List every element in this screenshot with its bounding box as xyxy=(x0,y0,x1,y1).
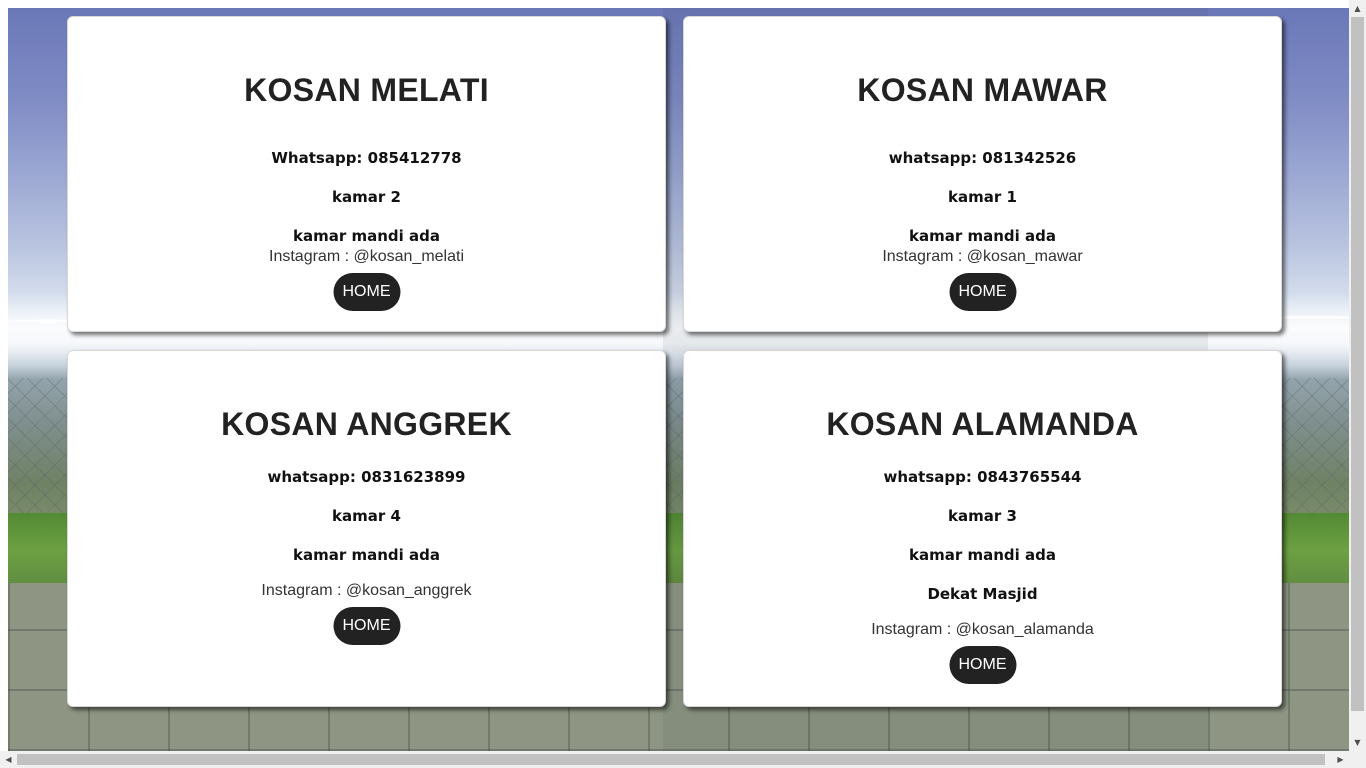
whatsapp-text: whatsapp: 0831623899 xyxy=(267,468,466,486)
kamar-text: kamar 3 xyxy=(948,507,1017,525)
instagram-text: Instagram : @kosan_alamanda xyxy=(871,621,1094,638)
vertical-scroll-thumb[interactable] xyxy=(1351,17,1364,711)
home-button[interactable]: HOME xyxy=(333,273,400,311)
triangle-down-icon[interactable]: ▼ xyxy=(1349,734,1366,751)
instagram-text: Instagram : @kosan_melati xyxy=(269,248,464,265)
whatsapp-text: whatsapp: 081342526 xyxy=(888,149,1077,167)
vertical-scrollbar[interactable]: ▲ ▼ xyxy=(1349,0,1366,751)
whatsapp-text: Whatsapp: 085412778 xyxy=(271,149,462,167)
kosan-card-melati: KOSAN MELATI Whatsapp: 085412778 kamar 2… xyxy=(67,16,666,332)
dekat-masjid-text: Dekat Masjid xyxy=(927,585,1038,603)
card-title: KOSAN ANGGREK xyxy=(221,406,512,442)
card-title: KOSAN MELATI xyxy=(244,72,489,108)
home-button[interactable]: HOME xyxy=(949,273,1016,311)
instagram-text: Instagram : @kosan_anggrek xyxy=(261,582,472,599)
card-title: KOSAN MAWAR xyxy=(857,72,1108,108)
kamar-mandi-text: kamar mandi ada xyxy=(293,227,440,245)
horizontal-scroll-thumb[interactable] xyxy=(17,754,1325,765)
instagram-text: Instagram : @kosan_mawar xyxy=(882,248,1083,265)
horizontal-scrollbar[interactable]: ◀ ▶ xyxy=(0,751,1366,768)
kosan-card-mawar: KOSAN MAWAR whatsapp: 081342526 kamar 1 … xyxy=(683,16,1282,332)
whatsapp-text: whatsapp: 0843765544 xyxy=(883,468,1082,486)
kosan-card-anggrek: KOSAN ANGGREK whatsapp: 0831623899 kamar… xyxy=(67,350,666,707)
page-viewport: KOSAN MELATI Whatsapp: 085412778 kamar 2… xyxy=(0,0,1366,768)
triangle-up-icon[interactable]: ▲ xyxy=(1349,0,1366,17)
card-title: KOSAN ALAMANDA xyxy=(826,406,1139,442)
kamar-text: kamar 1 xyxy=(948,188,1017,206)
triangle-left-icon[interactable]: ◀ xyxy=(0,751,17,768)
home-button[interactable]: HOME xyxy=(949,646,1016,684)
triangle-right-icon[interactable]: ▶ xyxy=(1332,751,1349,768)
kamar-mandi-text: kamar mandi ada xyxy=(293,546,440,564)
kamar-mandi-text: kamar mandi ada xyxy=(909,227,1056,245)
kamar-mandi-text: kamar mandi ada xyxy=(909,546,1056,564)
home-button[interactable]: HOME xyxy=(333,607,400,645)
kamar-text: kamar 4 xyxy=(332,507,401,525)
kamar-text: kamar 2 xyxy=(332,188,401,206)
kosan-card-alamanda: KOSAN ALAMANDA whatsapp: 0843765544 kama… xyxy=(683,350,1282,707)
